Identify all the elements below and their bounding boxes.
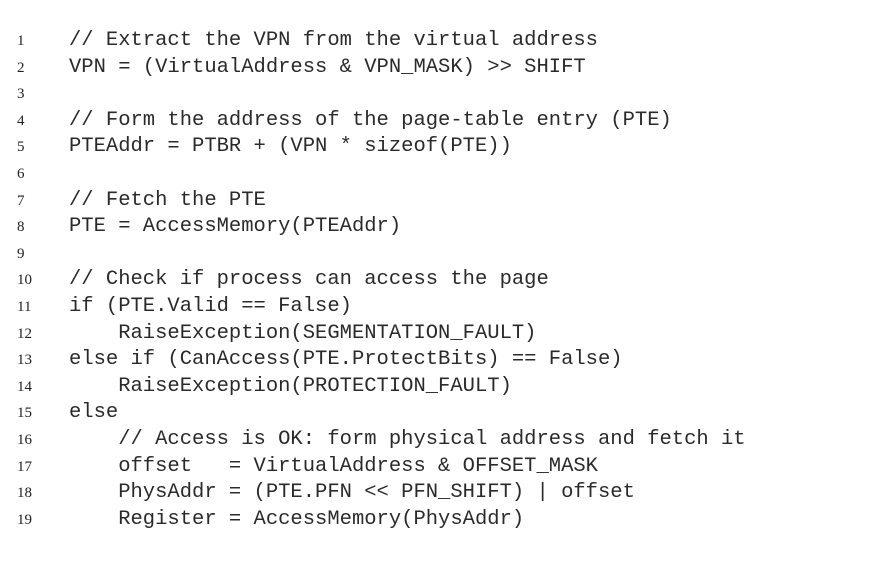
code-line: 4 // Form the address of the page-table e… [0,108,890,135]
line-number: 7 [17,192,25,209]
line-number: 17 [17,458,32,475]
code-text: // Fetch the PTE [69,188,266,212]
code-text: RaiseException(PROTECTION_FAULT) [69,374,512,398]
line-number: 14 [17,378,32,395]
line-number: 10 [17,272,32,289]
code-text: if (PTE.Valid == False) [69,294,352,318]
line-number: 11 [17,298,32,315]
code-listing: 1 // Extract the VPN from the virtual add… [0,28,890,533]
code-text: else if (CanAccess(PTE.ProtectBits) == F… [69,348,623,372]
line-number: 12 [17,325,32,342]
line-number: 4 [17,112,25,129]
code-line: 7 // Fetch the PTE [0,188,890,215]
code-line: 17 offset = VirtualAddress & OFFSET_MASK [0,454,890,481]
code-line: 10 // Check if process can access the pag… [0,267,890,294]
line-number: 16 [17,431,32,448]
code-text: PTEAddr = PTBR + (VPN * sizeof(PTE)) [69,135,512,159]
code-line: 16 // Access is OK: form physical addres… [0,427,890,454]
code-text: PhysAddr = (PTE.PFN << PFN_SHIFT) | offs… [69,481,635,505]
code-text: // Extract the VPN from the virtual addr… [69,29,598,52]
code-line: 13 else if (CanAccess(PTE.ProtectBits) ==… [0,347,890,374]
line-number: 3 [17,86,25,103]
code-text: Register = AccessMemory(PhysAddr) [69,507,525,531]
code-line: 14 RaiseException(PROTECTION_FAULT) [0,374,890,401]
code-line: 2 VPN = (VirtualAddress & VPN_MASK) >> SH… [0,55,890,82]
code-text: offset = VirtualAddress & OFFSET_MASK [69,454,598,478]
code-text: VPN = (VirtualAddress & VPN_MASK) >> SHI… [69,55,586,79]
code-line: 11 if (PTE.Valid == False) [0,294,890,321]
code-text: RaiseException(SEGMENTATION_FAULT) [69,321,537,345]
line-number: 8 [17,219,25,236]
code-line: 15 else [0,400,890,427]
line-number: 9 [17,245,25,262]
code-text: PTE = AccessMemory(PTEAddr) [69,215,402,239]
line-number: 2 [17,59,25,76]
code-line: 12 RaiseException(SEGMENTATION_FAULT) [0,321,890,348]
code-line: 5 PTEAddr = PTBR + (VPN * sizeof(PTE)) [0,134,890,161]
line-number: 15 [17,405,32,422]
code-text: // Check if process can access the page [69,268,549,292]
line-number: 5 [17,139,25,156]
line-number: 6 [17,165,25,182]
code-text: else [69,401,119,425]
code-line: 1 // Extract the VPN from the virtual add… [0,28,890,55]
code-line: 3 [0,81,890,108]
code-text: // Form the address of the page-table en… [69,108,672,132]
line-number: 18 [17,485,32,502]
line-number: 13 [17,352,32,369]
line-number: 1 [17,33,25,49]
code-line: 19 Register = AccessMemory(PhysAddr) [0,507,890,534]
code-line: 8 PTE = AccessMemory(PTEAddr) [0,214,890,241]
line-number: 19 [17,511,32,528]
code-text: // Access is OK: form physical address a… [69,427,746,451]
code-line: 18 PhysAddr = (PTE.PFN << PFN_SHIFT) | o… [0,480,890,507]
code-line: 6 [0,161,890,188]
code-line: 9 [0,241,890,268]
